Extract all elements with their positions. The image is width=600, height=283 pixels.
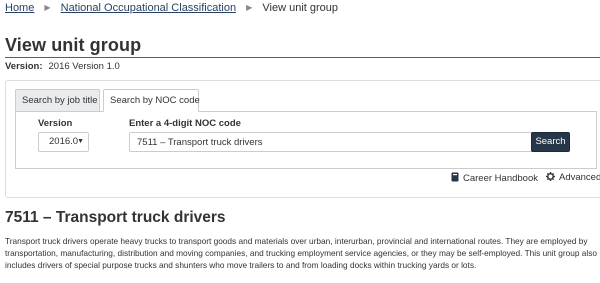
chevron-right-icon: ▶ <box>246 3 253 12</box>
unit-group-title: 7511 – Transport truck drivers <box>5 209 226 226</box>
page-title: View unit group <box>5 35 142 55</box>
unit-group-description: Transport truck drivers operate heavy tr… <box>5 236 597 270</box>
version-select-label: Version <box>38 118 73 129</box>
breadcrumb-noc-link[interactable]: National Occupational Classification <box>61 2 236 14</box>
tab-search-by-noc-code[interactable]: Search by NOC code <box>103 89 200 112</box>
breadcrumb-home-link[interactable]: Home <box>5 2 34 14</box>
breadcrumb-current: View unit group <box>262 2 339 14</box>
noc-code-input[interactable] <box>129 132 532 152</box>
noc-code-label: Enter a 4-digit NOC code <box>129 118 241 129</box>
chevron-down-icon: ▼ <box>77 138 84 145</box>
breadcrumb: Home ▶ National Occupational Classificat… <box>5 1 338 16</box>
title-divider <box>5 57 600 58</box>
version-line: Version: 2016 Version 1.0 <box>5 61 120 72</box>
version-select-value: 2016.0 <box>49 136 79 147</box>
version-label: Version: <box>5 61 43 72</box>
book-icon <box>451 172 459 182</box>
advanced-search-link[interactable]: Advanced <box>546 172 600 183</box>
version-value: 2016 Version 1.0 <box>48 61 120 72</box>
version-select[interactable]: 2016.0 ▼ <box>38 132 89 152</box>
search-button[interactable]: Search <box>531 132 570 152</box>
advanced-label: Advanced <box>559 172 600 183</box>
career-handbook-link[interactable]: Career Handbook <box>451 172 538 184</box>
tab-search-by-job-title[interactable]: Search by job title <box>15 89 100 112</box>
career-handbook-label: Career Handbook <box>463 173 538 184</box>
gear-icon <box>546 172 555 181</box>
tab-content: Version Enter a 4-digit NOC code 2016.0 … <box>15 111 597 169</box>
chevron-right-icon: ▶ <box>44 3 51 12</box>
